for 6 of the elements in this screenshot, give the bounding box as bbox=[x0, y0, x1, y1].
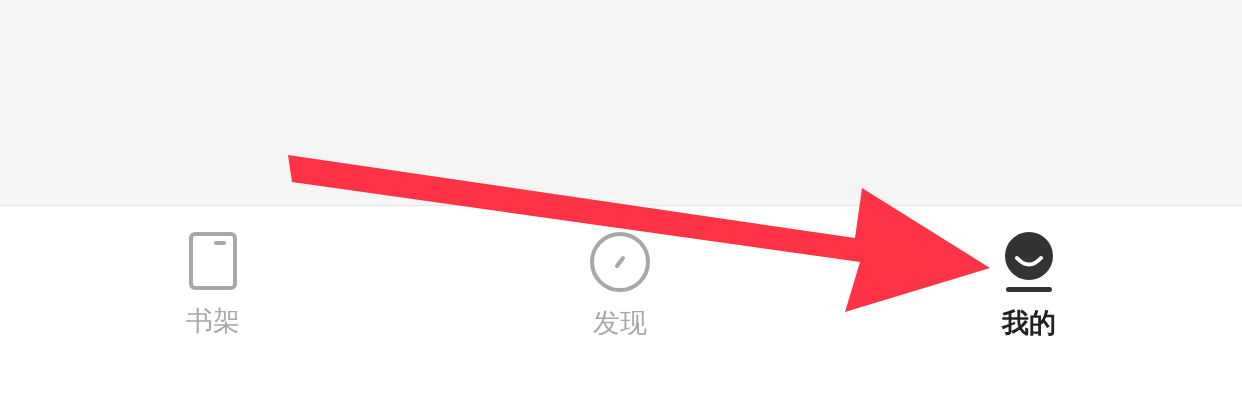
book-icon bbox=[187, 231, 238, 291]
tab[interactable]: 书架 bbox=[157, 231, 268, 351]
tab[interactable]: 我的 bbox=[973, 231, 1084, 351]
tab[interactable]: 发现 bbox=[565, 231, 675, 351]
smiley-icon bbox=[1003, 231, 1054, 293]
compass-icon bbox=[589, 231, 651, 293]
